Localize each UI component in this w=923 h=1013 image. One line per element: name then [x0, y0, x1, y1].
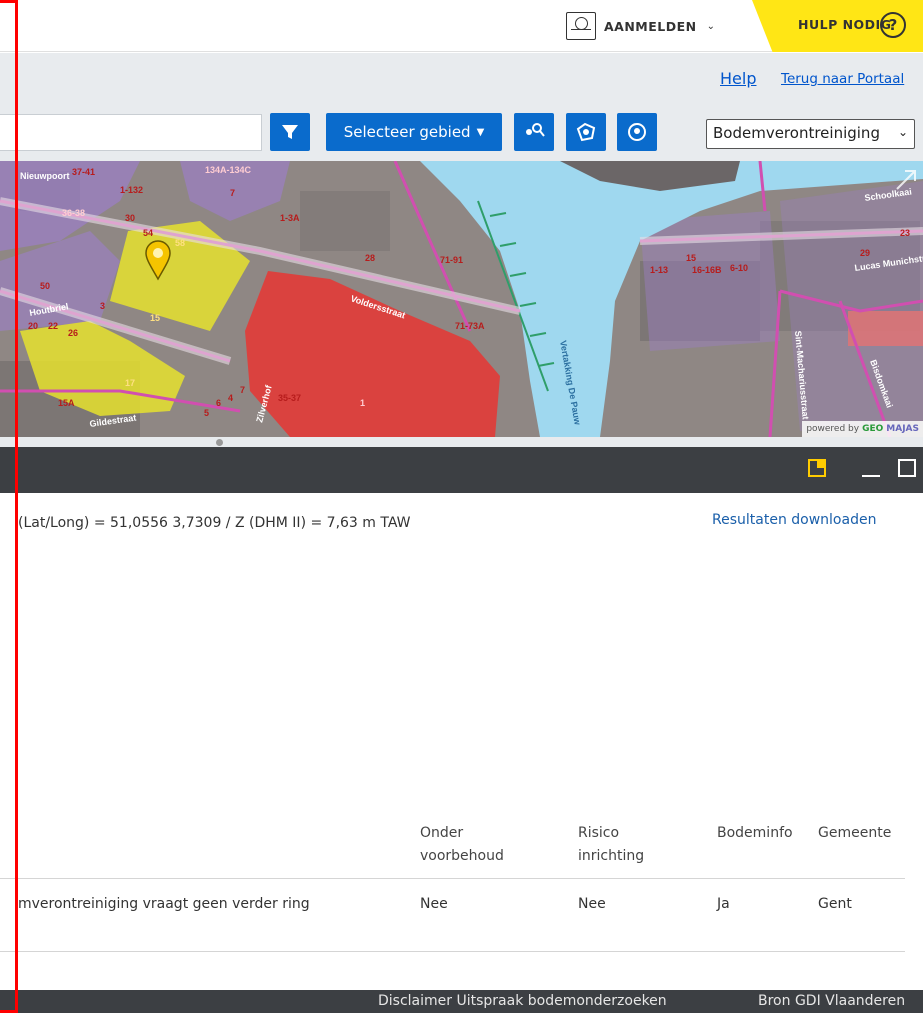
search-input[interactable] [0, 114, 262, 151]
parcel-label: 1-13 [650, 265, 668, 275]
download-results-link[interactable]: Resultaten downloaden [712, 512, 876, 528]
parcel-label: 1-132 [120, 185, 143, 195]
parcel-label: 29 [860, 248, 870, 258]
map-toolbar: Selecteer gebied ▼ Bodemverontreiniging … [0, 103, 923, 161]
parcel-label: 5 [204, 408, 209, 418]
parcel-label: 58 [175, 238, 185, 248]
selection-frame [0, 0, 18, 1013]
parcel-label: 7 [240, 385, 245, 395]
top-header: AANMELDEN ⌄ HULP NODIG ? [0, 0, 923, 52]
table-cell-risico-inrichting: Nee [578, 896, 606, 912]
parcel-label: 7 [230, 188, 235, 198]
parcel-label: 16-16B [692, 265, 722, 275]
parcel-label: 23 [900, 228, 910, 238]
parcel-label: 17 [125, 378, 135, 388]
login-button[interactable]: AANMELDEN ⌄ [566, 10, 716, 42]
parcel-label: 15A [58, 398, 75, 408]
select-area-label: Selecteer gebied [343, 123, 471, 141]
map-canvas[interactable]: Nieuwpoort Voldersstraat Houtbriel Gilde… [0, 161, 923, 437]
disclaimer-link[interactable]: Disclaimer Uitspraak bodemonderzoeken [378, 993, 667, 1009]
question-icon: ? [880, 12, 906, 38]
parcel-label: 4 [228, 393, 233, 403]
minimize-icon[interactable] [862, 475, 880, 477]
maximize-icon[interactable] [898, 459, 916, 477]
identify-radius-button[interactable] [617, 113, 657, 151]
parcel-label: 36-38 [62, 208, 85, 218]
geomajas-logo-b: MAJAS [886, 424, 919, 434]
layer-select[interactable]: Bodemverontreiniging ⌄ [706, 119, 915, 149]
parcel-label: 15 [686, 253, 696, 263]
table-cell-gemeente: Gent [818, 896, 852, 912]
filter-button[interactable] [270, 113, 310, 151]
help-link[interactable]: Help [720, 69, 756, 88]
parcel-label: 6-10 [730, 263, 748, 273]
parcel-label: 20 [28, 321, 38, 331]
table-cell-onder-voorbehoud: Nee [420, 896, 448, 912]
identify-area-button[interactable] [566, 113, 606, 151]
layer-select-value: Bodemverontreiniging [713, 124, 880, 142]
parcel-label: 35-37 [278, 393, 301, 403]
parcel-label: 134A-134C [205, 165, 252, 175]
column-header-risico-inrichting: Risico inrichting [578, 825, 645, 864]
grip-dot[interactable] [216, 439, 223, 446]
geomajas-logo-a: GEO [862, 424, 884, 434]
column-header-gemeente: Gemeente [818, 825, 892, 841]
panel-resize-handle[interactable] [0, 437, 923, 447]
parcel-label: 71-73A [455, 321, 485, 331]
coordinates-text: (Lat/Long) = 51,0556 3,7309 / Z (DHM II)… [18, 515, 411, 531]
help-needed-button[interactable]: HULP NODIG ? [752, 0, 923, 52]
login-label: AANMELDEN [604, 18, 697, 34]
link-bar: Help Terug naar Portaal [0, 53, 923, 103]
help-needed-label: HULP NODIG [798, 17, 892, 32]
caret-down-icon: ▼ [476, 126, 485, 138]
table-cell-bodeminfo: Ja [717, 896, 730, 912]
parcel-label: 37-41 [72, 167, 95, 177]
map-attribution: powered by GEO MAJAS [802, 421, 923, 437]
identify-area-icon [576, 122, 596, 142]
footer-bar: Disclaimer Uitspraak bodemonderzoeken Br… [0, 990, 923, 1013]
parcel-label: 1-3A [280, 213, 300, 223]
map-view[interactable]: Nieuwpoort Voldersstraat Houtbriel Gilde… [0, 161, 923, 437]
parcel-label: 22 [48, 321, 58, 331]
parcel-label: 28 [365, 253, 375, 263]
select-area-button[interactable]: Selecteer gebied ▼ [326, 113, 502, 151]
parcel-label: 54 [143, 228, 153, 238]
column-header-bodeminfo: Bodeminfo [717, 825, 793, 841]
parcel-label: 1 [360, 398, 365, 408]
identify-radius-icon [628, 123, 646, 141]
attribution-prefix: powered by [806, 424, 860, 434]
source-link[interactable]: Bron GDI Vlaanderen [758, 993, 905, 1009]
table-cell-description: mverontreiniging vraagt geen verder ring [18, 896, 310, 912]
popout-icon[interactable] [808, 459, 826, 477]
chevron-down-icon: ⌄ [897, 125, 908, 139]
back-to-portal-link[interactable]: Terug naar Portaal [781, 71, 904, 87]
user-card-icon [566, 12, 596, 40]
parcel-label: 50 [40, 281, 50, 291]
identify-point-button[interactable] [514, 113, 554, 151]
street-label: Nieuwpoort [20, 171, 70, 181]
parcel-label: 6 [216, 398, 221, 408]
table-divider [0, 878, 905, 879]
filter-icon [282, 125, 298, 139]
column-header-onder-voorbehoud: Onder voorbehoud [420, 825, 504, 864]
parcel-label: 3 [100, 301, 105, 311]
results-panel-header [0, 447, 923, 493]
parcel-label: 26 [68, 328, 78, 338]
chevron-down-icon: ⌄ [706, 20, 716, 32]
parcel-label: 15 [150, 313, 160, 323]
identify-point-icon [526, 123, 545, 137]
table-divider [0, 951, 905, 952]
parcel-label: 71-91 [440, 255, 463, 265]
parcel-label: 30 [125, 213, 135, 223]
